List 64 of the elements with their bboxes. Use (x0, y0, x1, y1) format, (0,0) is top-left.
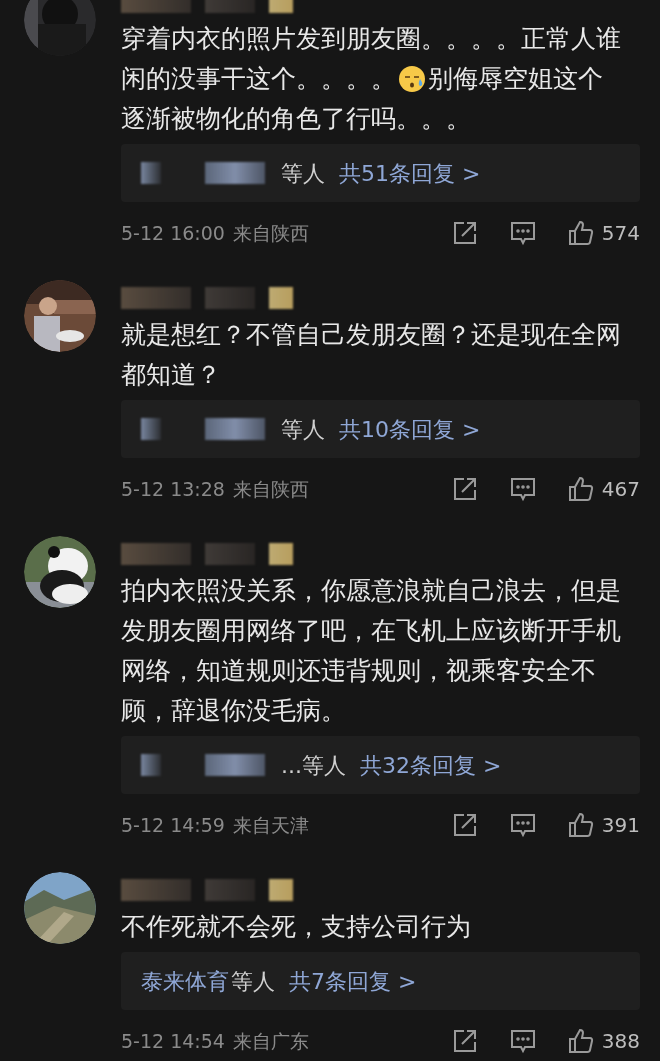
comment-date: 5-12 14:59 (121, 812, 225, 838)
redacted-name (121, 878, 191, 901)
share-icon[interactable] (451, 812, 478, 838)
comment-text: 网络，知道规则还违背规则，视乘客安全不 (121, 655, 596, 687)
share-icon[interactable] (451, 476, 478, 502)
redacted-name (205, 542, 255, 565)
redacted-name (205, 418, 265, 440)
redacted-name (141, 418, 161, 440)
redacted-name (269, 286, 293, 309)
comment-icon[interactable] (509, 1028, 536, 1054)
reply-preview[interactable]: 等人 共10条回复 > (121, 400, 640, 458)
redacted-name (205, 162, 265, 184)
reply-preview[interactable]: 泰来体育等人 共7条回复 > (121, 952, 640, 1010)
comment-text: 穿着内衣的照片发到朋友圈。。。。正常人谁 (121, 23, 621, 55)
share-icon[interactable] (451, 1028, 478, 1054)
redacted-name (205, 286, 255, 309)
comment-text: 顾，辞退你没毛病。 (121, 695, 346, 727)
reply-others-text: 等人 (281, 415, 325, 444)
redacted-name (205, 754, 265, 776)
comment-text: 就是想红？不管自己发朋友圈？还是现在全网 (121, 319, 621, 351)
redacted-name (205, 878, 255, 901)
sweat-face-icon (398, 65, 426, 93)
comment-date: 5-12 13:28 (121, 476, 225, 502)
redacted-name (121, 286, 191, 309)
comment-date: 5-12 16:00 (121, 220, 225, 246)
reply-count-link[interactable]: 共7条回复 > (289, 964, 417, 998)
comment-text: 发朋友圈用网络了吧，在飞机上应该断开手机 (121, 615, 621, 647)
like-count: 574 (601, 220, 640, 247)
reply-preview[interactable]: ...等人 共32条回复 > (121, 736, 640, 794)
comment-text: 闲的没事干这个。。。。 (121, 63, 396, 95)
comment-icon[interactable] (509, 476, 536, 502)
like-count: 391 (601, 812, 640, 839)
comment-icon[interactable] (509, 220, 536, 246)
comment-text: 拍内衣照没关系，你愿意浪就自己浪去，但是 (121, 575, 621, 607)
comment-location: 来自陕西 (232, 476, 310, 502)
reply-others-text: 等人 (231, 967, 275, 996)
like-count: 388 (601, 1028, 640, 1055)
thumbs-up-icon[interactable] (567, 476, 594, 502)
redacted-name (269, 878, 293, 901)
comment-location: 来自陕西 (232, 220, 310, 246)
redacted-name (141, 754, 161, 776)
reply-count-link[interactable]: 共32条回复 > (360, 748, 502, 782)
share-icon[interactable] (451, 220, 478, 246)
comment-text: 别侮辱空姐这个 (428, 63, 603, 95)
reply-author-link[interactable]: 泰来体育 (141, 964, 229, 998)
comment-location: 来自广东 (232, 1028, 310, 1054)
redacted-name (121, 542, 191, 565)
like-count: 467 (601, 476, 640, 503)
reply-preview[interactable]: 等人 共51条回复 > (121, 144, 640, 202)
redacted-name (141, 162, 161, 184)
redacted-name (269, 542, 293, 565)
comment-text: 逐渐被物化的角色了行吗。。。 (121, 103, 471, 135)
thumbs-up-icon[interactable] (567, 812, 594, 838)
comment-date: 5-12 14:54 (121, 1028, 225, 1054)
reply-count-link[interactable]: 共10条回复 > (339, 412, 481, 446)
comment-text: 不作死就不会死，支持公司行为 (121, 911, 471, 943)
comment-location: 来自天津 (232, 812, 310, 838)
reply-others-text: ...等人 (281, 751, 346, 780)
comment-icon[interactable] (509, 812, 536, 838)
thumbs-up-icon[interactable] (567, 1028, 594, 1054)
reply-others-text: 等人 (281, 159, 325, 188)
comment-text: 都知道？ (121, 359, 221, 391)
reply-count-link[interactable]: 共51条回复 > (339, 156, 481, 190)
thumbs-up-icon[interactable] (567, 220, 594, 246)
